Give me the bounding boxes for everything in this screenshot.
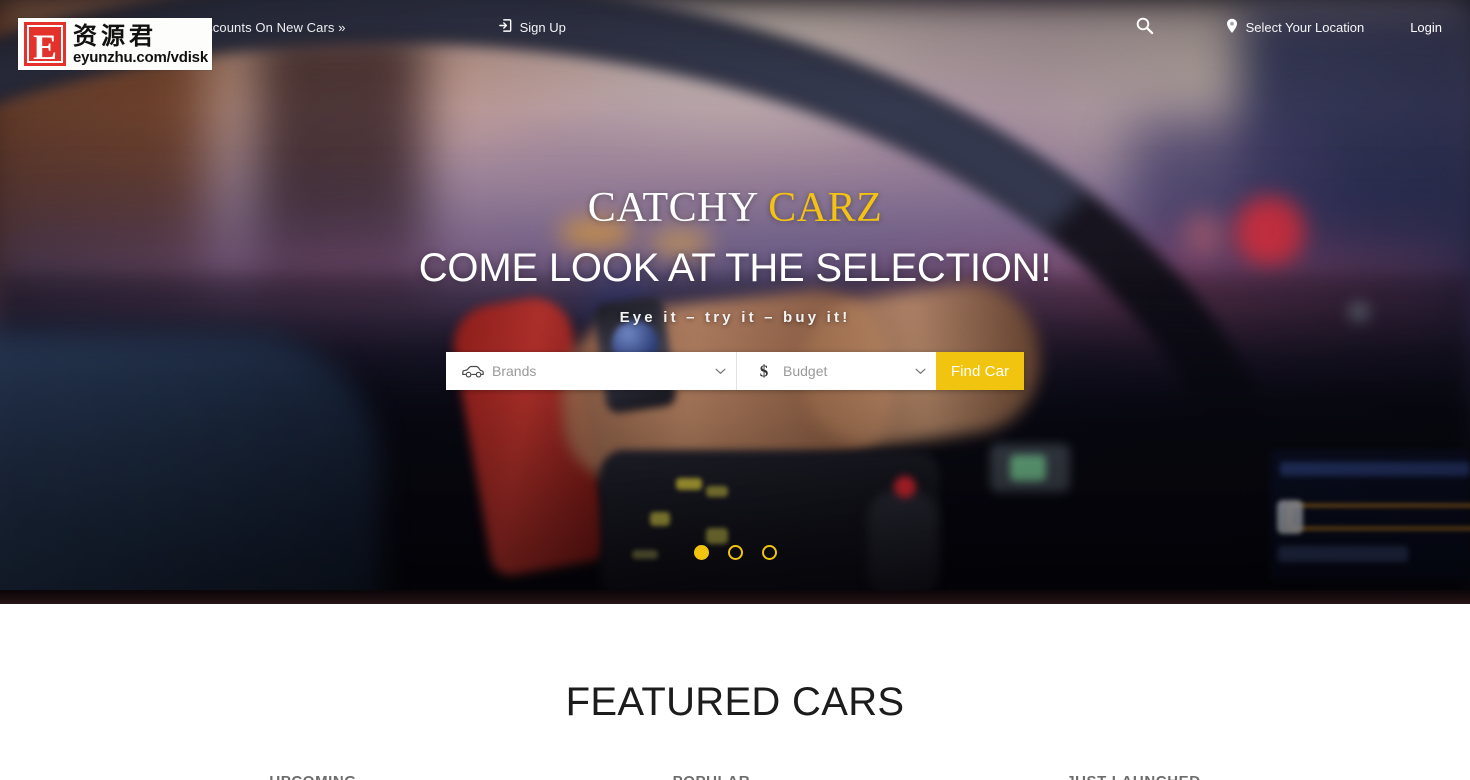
sign-in-icon bbox=[498, 18, 513, 36]
hero-title-accent: CARZ bbox=[768, 185, 883, 231]
carousel-dot-3[interactable] bbox=[761, 545, 777, 560]
find-car-button[interactable]: Find Car bbox=[936, 352, 1024, 390]
top-navigation-right: Select Your Location Login bbox=[1121, 16, 1470, 38]
hero-subtitle: COME LOOK AT THE SELECTION! bbox=[418, 246, 1052, 290]
carousel-dots bbox=[0, 545, 1470, 560]
sign-up-label: Sign Up bbox=[519, 19, 566, 35]
top-navigation-bar: Great Discounts On New Cars » Sign Up Se… bbox=[0, 0, 1470, 54]
car-search-form: Brands $ Budget Find Car bbox=[446, 352, 1024, 390]
budget-field[interactable]: $ Budget bbox=[736, 352, 936, 390]
carousel-dot-1[interactable] bbox=[693, 545, 709, 560]
hero-tagline: Eye it – try it – buy it! bbox=[619, 309, 851, 326]
featured-cars-section: FEATURED CARS UPCOMING POPULAR JUST LAUN… bbox=[0, 604, 1470, 780]
brands-select[interactable]: Brands bbox=[486, 353, 726, 389]
brands-field[interactable]: Brands bbox=[446, 352, 736, 390]
watermark-text: 资源君 eyunzhu.com/vdisk bbox=[73, 23, 208, 66]
hero-title: CATCHY CARZ bbox=[588, 184, 882, 232]
svg-text:$: $ bbox=[760, 362, 769, 380]
sign-up-link[interactable]: Sign Up bbox=[498, 18, 566, 36]
carousel-dot-2[interactable] bbox=[727, 545, 743, 560]
select-location-link[interactable]: Select Your Location bbox=[1226, 18, 1365, 37]
search-icon bbox=[1135, 16, 1154, 38]
map-pin-icon bbox=[1226, 18, 1238, 37]
hero-title-main: CATCHY bbox=[587, 185, 758, 231]
select-location-label: Select Your Location bbox=[1245, 19, 1365, 35]
watermark-logo: E 资源君 eyunzhu.com/vdisk bbox=[18, 18, 212, 70]
car-icon bbox=[460, 364, 486, 379]
featured-cars-heading: FEATURED CARS bbox=[565, 680, 905, 724]
tab-upcoming[interactable]: UPCOMING bbox=[269, 773, 356, 780]
hero-content: CATCHY CARZ COME LOOK AT THE SELECTION! … bbox=[0, 0, 1470, 604]
dollar-icon: $ bbox=[751, 362, 777, 380]
tab-popular[interactable]: POPULAR bbox=[673, 773, 751, 780]
watermark-letter: E bbox=[24, 22, 66, 67]
featured-cars-tabs: UPCOMING POPULAR JUST LAUNCHED bbox=[0, 773, 1470, 780]
search-button[interactable] bbox=[1121, 16, 1168, 38]
watermark-url: eyunzhu.com/vdisk bbox=[73, 48, 208, 66]
login-link[interactable]: Login bbox=[1410, 20, 1442, 35]
watermark-chinese: 资源君 bbox=[73, 21, 157, 50]
hero-banner: Great Discounts On New Cars » Sign Up Se… bbox=[0, 0, 1470, 604]
tab-just-launched[interactable]: JUST LAUNCHED bbox=[1066, 773, 1200, 780]
budget-select[interactable]: Budget bbox=[777, 353, 926, 389]
